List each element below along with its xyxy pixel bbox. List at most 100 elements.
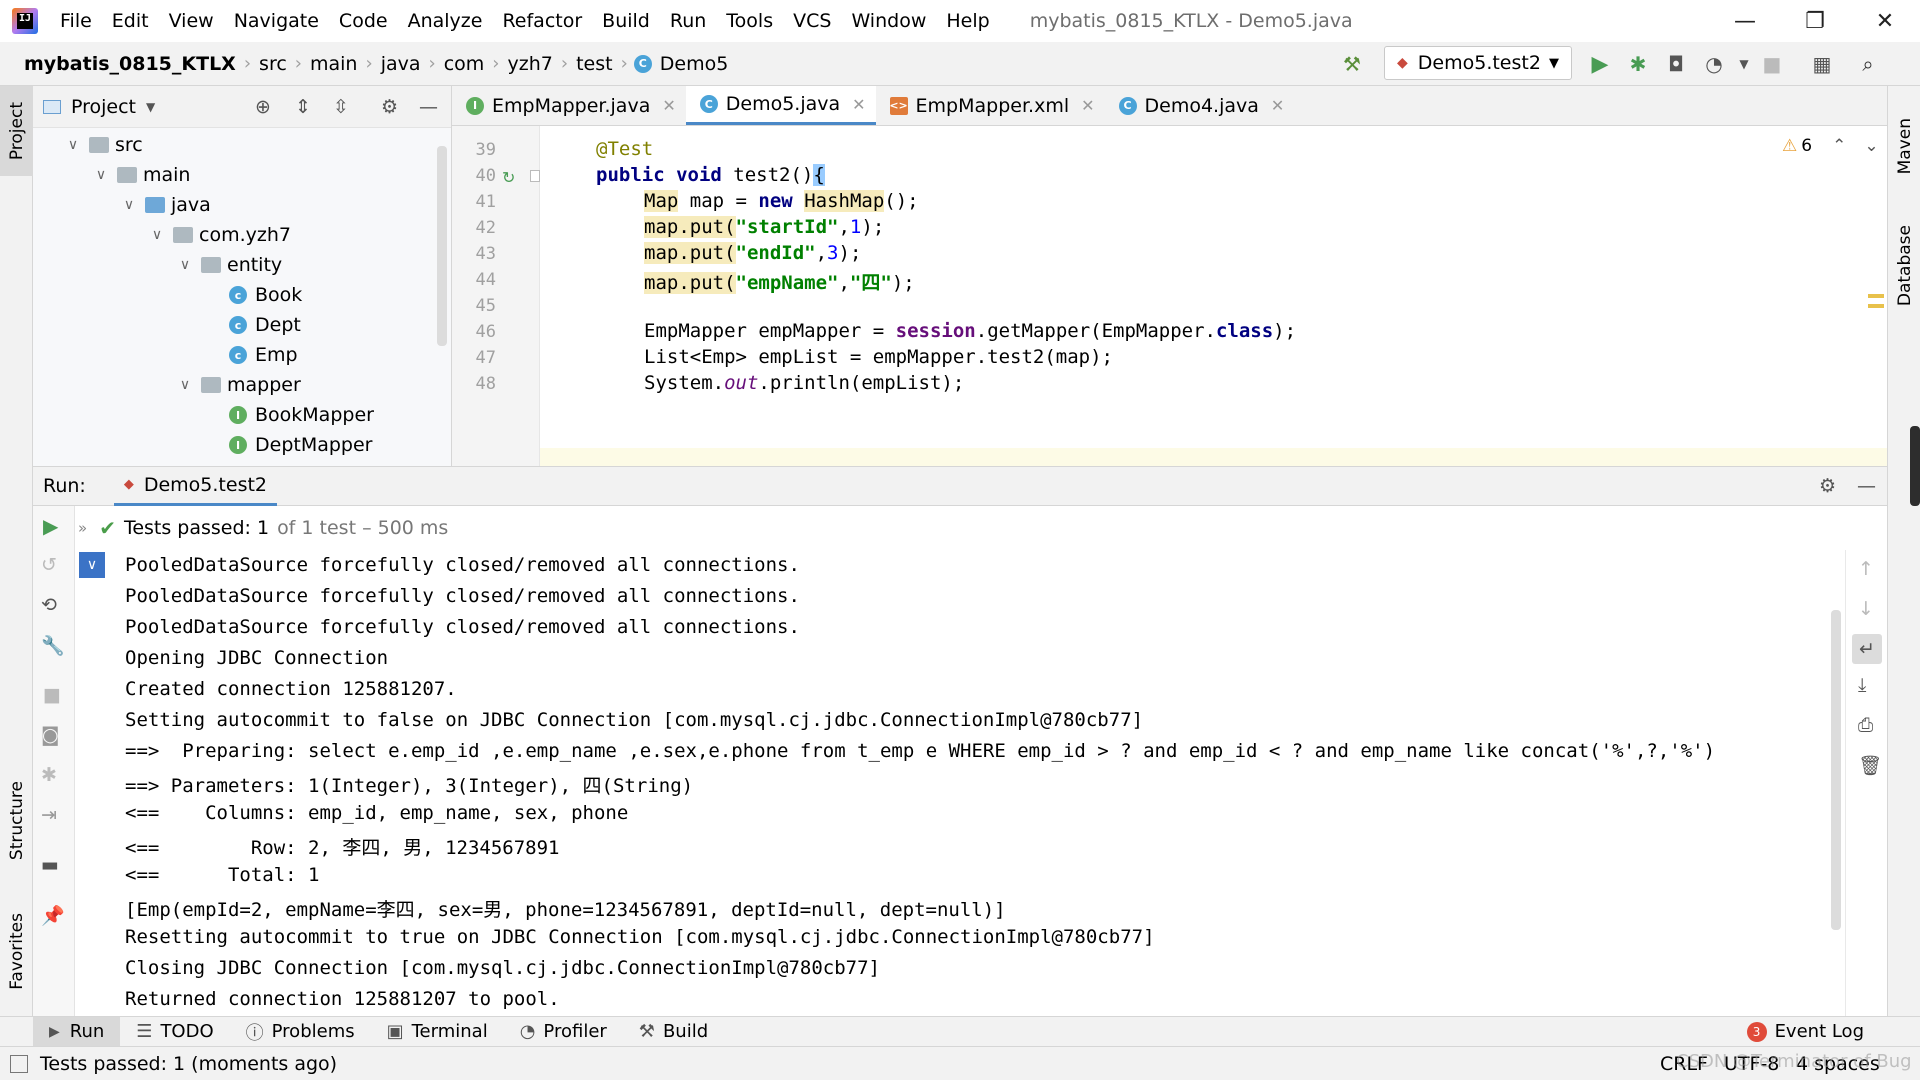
memory-indicator[interactable] — [1910, 426, 1920, 506]
bottom-tab-todo[interactable]: ☰ TODO — [120, 1017, 229, 1047]
locate-icon[interactable]: ⊕ — [255, 96, 271, 118]
chevron-down-icon[interactable]: ∨ — [175, 377, 195, 393]
tree-item-bookmapper[interactable]: I BookMapper — [229, 400, 374, 430]
menu-help[interactable]: Help — [936, 10, 999, 32]
soft-wrap-icon[interactable]: ↵ — [1852, 634, 1882, 664]
close-icon[interactable]: ✕ — [852, 95, 865, 114]
run-configuration-select[interactable]: ◆ Demo5.test2 ▼ — [1384, 46, 1572, 80]
menu-code[interactable]: Code — [329, 10, 398, 32]
tree-item-main[interactable]: ∨ main — [91, 160, 191, 190]
tab-demo4-java[interactable]: C Demo4.java ✕ — [1105, 86, 1295, 125]
close-window-icon[interactable]: ✕ — [1850, 0, 1920, 42]
tree-item-src[interactable]: ∨ src — [63, 130, 143, 160]
code-editor[interactable]: 39 40 41 42 43 44 45 46 47 48 ↻ @Test pu… — [452, 126, 1887, 466]
build-hammer-icon[interactable]: ⚒ — [1336, 48, 1368, 80]
menu-run[interactable]: Run — [660, 10, 716, 32]
breadcrumb-project[interactable]: mybatis_0815_KTLX — [18, 53, 242, 75]
menu-refactor[interactable]: Refactor — [492, 10, 592, 32]
expand-icon[interactable]: » — [78, 519, 87, 537]
breadcrumb-main[interactable]: main — [304, 53, 363, 75]
bottom-tab-terminal[interactable]: ▣ Terminal — [371, 1017, 504, 1047]
wrench-icon[interactable]: 🔧 — [41, 634, 65, 657]
tree-item-emp[interactable]: c Emp — [229, 340, 298, 370]
breadcrumb-demo5[interactable]: Demo5 — [660, 53, 735, 75]
rerun-icon[interactable]: ▶ — [43, 514, 58, 538]
tab-demo5-java[interactable]: C Demo5.java ✕ — [685, 86, 876, 125]
gear-icon[interactable]: ⚙ — [1819, 475, 1836, 497]
close-icon[interactable]: ✕ — [662, 96, 675, 115]
breadcrumb-com[interactable]: com — [438, 53, 491, 75]
menu-navigate[interactable]: Navigate — [224, 10, 329, 32]
close-icon[interactable]: ✕ — [1081, 96, 1094, 115]
breadcrumb-java[interactable]: java — [375, 53, 427, 75]
print-icon[interactable]: ⎙ — [1858, 714, 1873, 736]
stop-icon[interactable]: ■ — [43, 684, 61, 706]
bottom-tab-problems[interactable]: ⓘ Problems — [230, 1017, 371, 1047]
status-message[interactable]: Tests passed: 1 (moments ago) — [40, 1053, 337, 1075]
tree-item-entity[interactable]: ∨ entity — [175, 250, 282, 280]
tree-item-mapper[interactable]: ∨ mapper — [175, 370, 301, 400]
restore-icon[interactable]: ❐ — [1780, 0, 1850, 42]
project-scrollbar[interactable] — [437, 146, 447, 346]
favorites-tool-tab[interactable]: Favorites — [0, 896, 33, 1006]
bottom-tab-profiler[interactable]: ◔ Profiler — [504, 1017, 623, 1047]
run-tab-demo5-test2[interactable]: ◆ Demo5.test2 — [113, 466, 278, 506]
camera-icon[interactable]: ◙ — [41, 724, 59, 746]
chevron-down-icon[interactable]: ∨ — [63, 137, 83, 153]
project-tool-tab[interactable]: Project — [0, 86, 33, 176]
chevron-down-icon[interactable]: ∨ — [175, 257, 195, 273]
trash-icon[interactable]: 🗑 — [1858, 754, 1882, 777]
bottom-tab-build[interactable]: ⚒ Build — [623, 1017, 724, 1047]
chevron-down-icon[interactable]: ∨ — [91, 167, 111, 183]
menu-window[interactable]: Window — [841, 10, 936, 32]
layout-icon[interactable]: ▬ — [41, 854, 59, 876]
breadcrumb-src[interactable]: src — [253, 53, 293, 75]
arrow-down-icon[interactable]: ↓ — [1858, 598, 1874, 620]
menu-vcs[interactable]: VCS — [783, 10, 841, 32]
breadcrumb-yzh7[interactable]: yzh7 — [502, 53, 559, 75]
menu-build[interactable]: Build — [592, 10, 660, 32]
tab-empmapper-java[interactable]: I EmpMapper.java ✕ — [452, 86, 686, 125]
toggle-tool-windows-icon[interactable] — [10, 1054, 28, 1073]
maven-tool-tab[interactable]: Maven — [1888, 96, 1920, 196]
gear-icon[interactable]: ⚙ — [381, 96, 398, 118]
minimize-icon[interactable]: — — [1710, 0, 1780, 42]
tab-empmapper-xml[interactable]: <> EmpMapper.xml ✕ — [876, 86, 1105, 125]
run-test-gutter-icon[interactable]: ↻ — [502, 168, 515, 187]
chevron-down-icon[interactable]: ∨ — [147, 227, 167, 243]
console-scrollbar[interactable] — [1831, 610, 1841, 930]
rerun-failed-icon[interactable]: ↺ — [41, 554, 57, 576]
warning-stripe-marker[interactable] — [1868, 304, 1884, 308]
import-icon[interactable]: ⇥ — [41, 804, 57, 826]
inspection-widget[interactable]: ⚠ 6 ⌃ ⌄ — [1782, 136, 1879, 156]
run-icon[interactable]: ▶ — [1584, 48, 1616, 80]
hide-panel-icon[interactable]: — — [419, 96, 438, 118]
tree-item-book[interactable]: c Book — [229, 280, 302, 310]
database-tool-tab[interactable]: Database — [1888, 206, 1920, 326]
search-icon[interactable]: ⌕ — [1852, 48, 1884, 80]
event-log-button[interactable]: 3 Event Log — [1731, 1017, 1880, 1047]
debug-settings-icon[interactable]: ✱ — [41, 764, 57, 786]
fold-icon[interactable] — [530, 170, 540, 182]
debug-icon[interactable]: ✱ — [1622, 48, 1654, 80]
profile-icon[interactable]: ◔ — [1698, 48, 1730, 80]
toggle-auto-test-icon[interactable]: ⟲ — [41, 594, 57, 616]
breadcrumb-test[interactable]: test — [570, 53, 619, 75]
chevron-down-icon[interactable]: ⌄ — [1864, 136, 1878, 156]
close-icon[interactable]: ✕ — [1271, 96, 1284, 115]
chevron-up-icon[interactable]: ⌃ — [1832, 136, 1846, 156]
tree-item-dept[interactable]: c Dept — [229, 310, 301, 340]
arrow-up-icon[interactable]: ↑ — [1858, 558, 1874, 580]
structure-tool-tab[interactable]: Structure — [0, 766, 33, 876]
chevron-down-icon[interactable]: ∨ — [119, 197, 139, 213]
menu-analyze[interactable]: Analyze — [398, 10, 493, 32]
warning-stripe-marker[interactable] — [1868, 294, 1884, 298]
chevron-down-icon[interactable]: ▼ — [146, 100, 155, 114]
pin-icon[interactable]: 📌 — [41, 904, 65, 927]
collapse-all-icon[interactable]: ⇳ — [333, 96, 349, 118]
tree-item-com-yzh7[interactable]: ∨ com.yzh7 — [147, 220, 291, 250]
stop-icon[interactable]: ■ — [1756, 48, 1788, 80]
tree-item-deptmapper[interactable]: I DeptMapper — [229, 430, 373, 460]
test-tree-toggle-icon[interactable]: ∨ — [79, 552, 105, 578]
menu-edit[interactable]: Edit — [102, 10, 159, 32]
